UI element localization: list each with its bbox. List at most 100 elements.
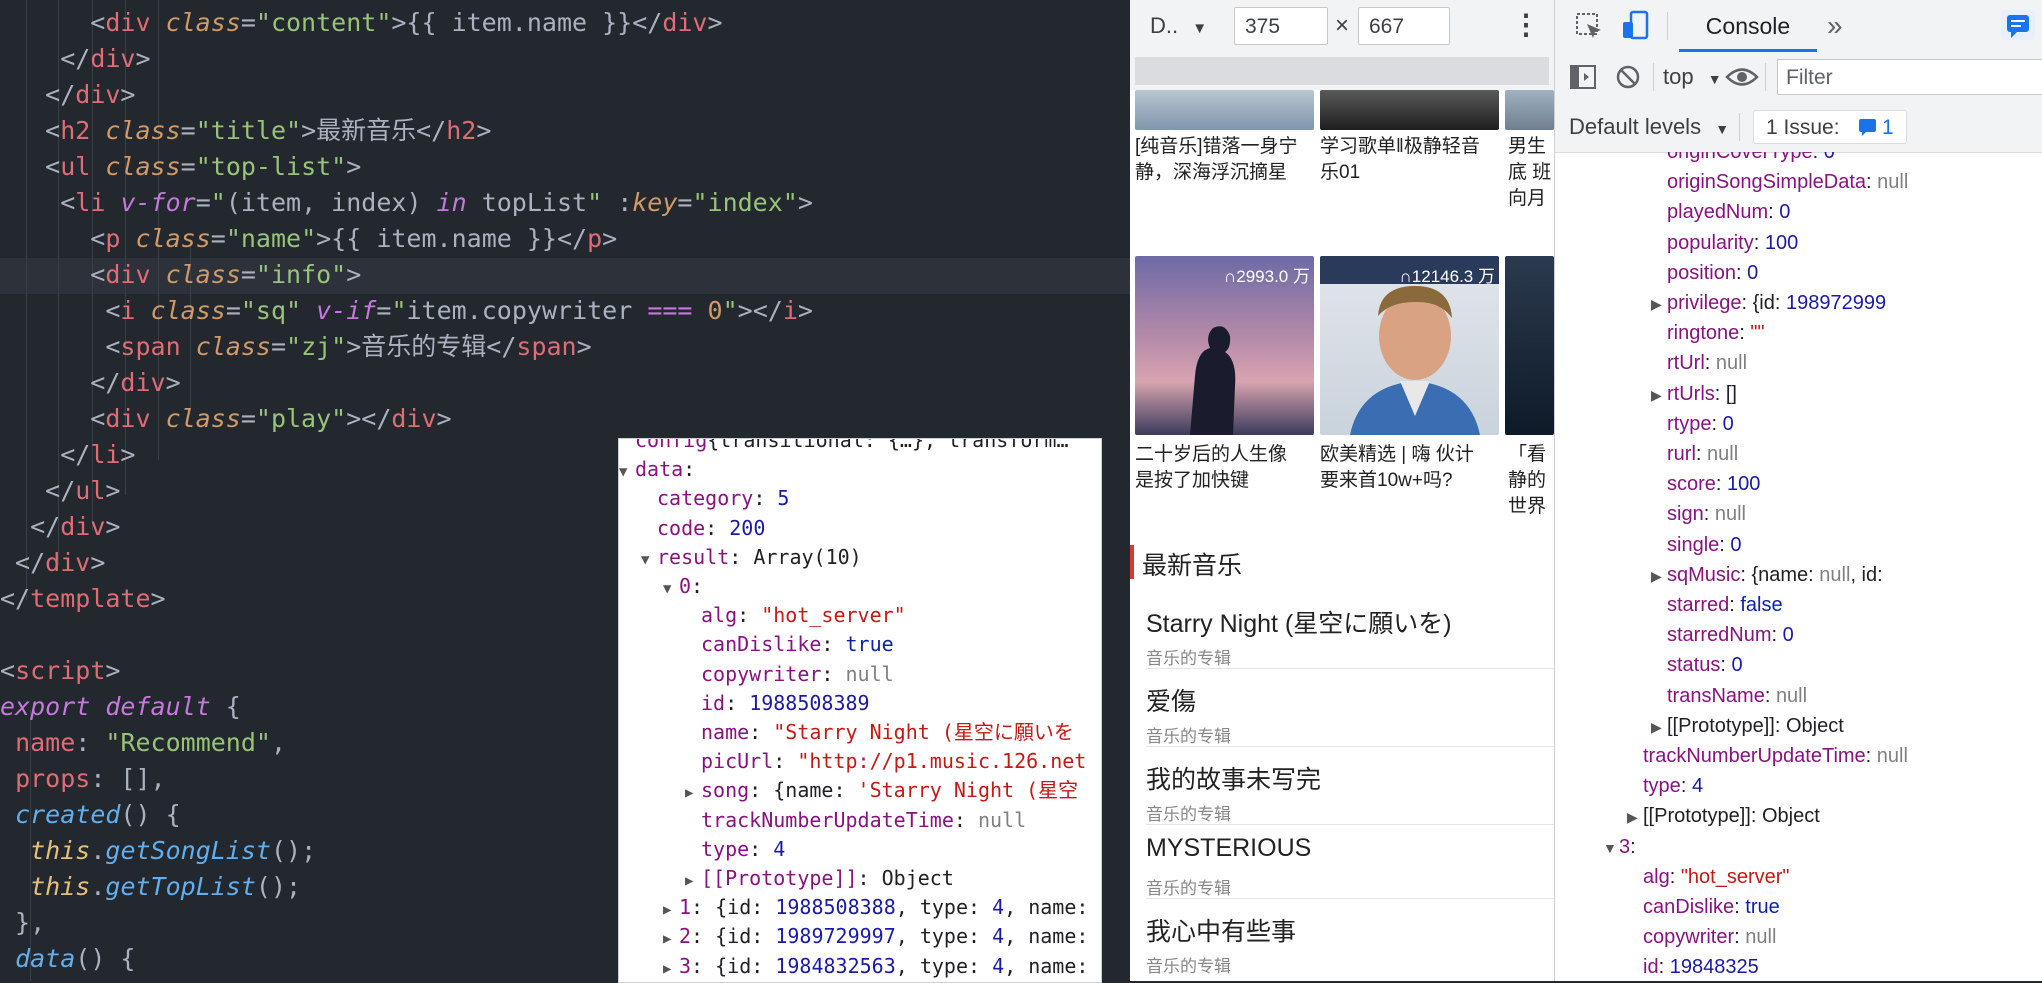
tree-row[interactable]: ▶ [[Prototype]]: Object xyxy=(685,863,954,893)
issues-button[interactable]: 1 Issue: 1 xyxy=(1753,110,1907,144)
filter-input[interactable]: Filter xyxy=(1777,59,2042,95)
playlist-title[interactable]: 学习歌单‖极静轻音 乐01 xyxy=(1320,134,1500,186)
code-token: v-if xyxy=(316,296,377,325)
tree-token: song xyxy=(701,778,750,803)
device-width-input[interactable]: 375 xyxy=(1234,7,1328,45)
object-inspector-popup[interactable]: config{transitional: {…}, transform… ▼ dat… xyxy=(618,438,1102,983)
context-select[interactable]: top ▼ xyxy=(1663,64,1722,90)
console-output[interactable]: originCoverType: 0 originSongSimpleData: … xyxy=(1555,152,2042,981)
device-select[interactable]: D.. ▼ xyxy=(1150,13,1207,39)
levels-value: Default levels xyxy=(1569,114,1702,139)
code-line: </template> xyxy=(0,581,166,617)
code-line: <div class="info"> xyxy=(0,257,361,293)
collapsed-triangle-icon[interactable]: ▶ xyxy=(663,954,679,982)
tree-row[interactable]: ▼ data: xyxy=(619,454,695,484)
tree-row[interactable]: ▶ rtUrls: [] xyxy=(1651,379,1737,409)
tree-row: status: 0 xyxy=(1651,650,1743,680)
tree-token: score xyxy=(1667,473,1716,496)
code-token: "content" xyxy=(255,8,392,37)
code-token: > xyxy=(346,152,362,181)
collapsed-triangle-icon[interactable]: ▶ xyxy=(1651,561,1667,591)
tree-token: : xyxy=(1695,443,1708,465)
console-levels-bar: Default levels ▼ 1 Issue: 1 xyxy=(1555,102,2042,153)
song-item[interactable]: 我的故事未写完 音乐的专辑 xyxy=(1146,756,1554,825)
tree-row[interactable]: ▼ 3: xyxy=(1603,832,1636,862)
song-item[interactable]: 我心中有些事 音乐的专辑 xyxy=(1146,908,1554,976)
code-line: </li> xyxy=(0,437,135,473)
code-line: <li v-for="(item, index) in topList" :ke… xyxy=(0,185,813,221)
collapsed-triangle-icon[interactable]: ▶ xyxy=(1651,380,1667,410)
tree-token: 0 xyxy=(679,574,692,598)
tree-token: starred xyxy=(1667,594,1730,616)
inspect-element-icon[interactable] xyxy=(1575,12,1603,40)
code-line: }, xyxy=(0,905,45,941)
tree-token: , type: xyxy=(895,953,993,978)
device-height-input[interactable]: 667 xyxy=(1358,7,1450,45)
tree-row[interactable]: ▶ [[Prototype]]: Object xyxy=(1651,711,1844,741)
code-token: "info" xyxy=(255,260,347,289)
playlist-cover[interactable] xyxy=(1320,90,1499,130)
sidebar-toggle-icon[interactable] xyxy=(1569,64,1597,90)
collapsed-triangle-icon[interactable]: ▶ xyxy=(1627,802,1643,832)
code-token: "index" xyxy=(692,188,798,217)
code-token: < xyxy=(0,332,121,361)
headphones-icon: ∩ xyxy=(1399,267,1412,286)
tree-row: sign: null xyxy=(1651,499,1746,529)
clear-console-icon[interactable] xyxy=(1615,64,1641,90)
tree-token: 1988508389 xyxy=(749,690,870,715)
tree-token: id xyxy=(1643,956,1659,979)
collapsed-triangle-icon[interactable]: ▶ xyxy=(1651,289,1667,319)
play-count: ∩12146.3 万 xyxy=(1400,262,1495,287)
tree-row[interactable]: ▶ 1: {id: 1988508388, type: 4, name: xyxy=(663,892,1088,922)
more-tabs-icon[interactable]: » xyxy=(1827,10,1843,42)
song-item[interactable]: Starry Night (星空に願いを) 音乐的专辑 xyxy=(1146,600,1554,669)
more-options-icon[interactable]: ⋮ xyxy=(1512,8,1540,41)
tree-token: 200 xyxy=(729,515,766,540)
playlist-title[interactable]: 男生 底 班 向月 xyxy=(1508,134,1554,212)
song-item[interactable]: 爱傷 音乐的专辑 xyxy=(1146,678,1554,747)
playlist-cover[interactable] xyxy=(1505,256,1554,435)
tree-token: : xyxy=(1739,322,1751,345)
code-token: , xyxy=(270,728,287,757)
expanded-triangle-icon[interactable]: ▼ xyxy=(1603,833,1619,863)
tree-row[interactable]: ▼ result: Array(10) xyxy=(641,542,862,572)
collapsed-triangle-icon[interactable]: ▶ xyxy=(1651,712,1667,742)
tree-row[interactable]: ▶ sqMusic: {name: null, id: xyxy=(1651,560,1883,590)
media-query-bar[interactable] xyxy=(1130,52,1554,90)
playlist-cover[interactable] xyxy=(1505,90,1554,130)
playlist-cover[interactable] xyxy=(1135,90,1314,130)
playlist-cover[interactable]: ∩12146.3 万 xyxy=(1320,256,1499,435)
code-token: > xyxy=(135,44,151,73)
code-token: </ xyxy=(0,476,76,505)
playlist-title[interactable]: 二十岁后的人生像 是按了加快键 xyxy=(1135,442,1315,494)
expanded-triangle-icon[interactable]: ▼ xyxy=(663,574,679,604)
tree-row[interactable]: ▶ [[Prototype]]: Object xyxy=(1627,801,1820,831)
code-token: div xyxy=(105,8,151,37)
tree-token: : xyxy=(821,661,846,686)
device-toggle-icon[interactable] xyxy=(1621,10,1651,42)
playlist-title[interactable]: [纯音乐]错落一身宁 静，深海浮沉摘星 xyxy=(1135,134,1315,186)
eye-icon[interactable] xyxy=(1725,66,1759,88)
tree-token: starredNum xyxy=(1667,624,1772,647)
tree-token: [[Prototype]]: Object xyxy=(1667,714,1844,737)
tree-row[interactable]: ▶ song: {name: 'Starry Night (星空 xyxy=(685,775,1078,805)
mobile-preview[interactable]: [纯音乐]错落一身宁 静，深海浮沉摘星 学习歌单‖极静轻音 乐01 男生 底 班… xyxy=(1130,90,1554,981)
playlist-title[interactable]: 欧美精选 | 嗨 伙计 要来首10w+吗? xyxy=(1320,442,1500,494)
tree-row[interactable]: ▶ 3: {id: 1984832563, type: 4, name: xyxy=(663,951,1088,981)
song-item[interactable]: MYSTERIOUS 音乐的专辑 xyxy=(1146,830,1554,899)
playlist-title[interactable]: 「看 静的 世界 xyxy=(1508,442,1554,520)
tree-row[interactable]: ▼ 0: xyxy=(663,571,703,601)
tree-token: : xyxy=(1630,835,1636,858)
expanded-triangle-icon[interactable]: ▼ xyxy=(641,545,657,575)
messages-button[interactable] xyxy=(2001,10,2035,40)
code-token: class xyxy=(165,260,241,289)
tab-console[interactable]: Console xyxy=(1679,0,1817,52)
code-token: . xyxy=(90,836,106,865)
playlist-cover[interactable]: ∩2993.0 万 xyxy=(1135,256,1314,435)
expanded-triangle-icon[interactable]: ▼ xyxy=(619,457,635,487)
levels-select[interactable]: Default levels ▼ xyxy=(1569,114,1729,140)
tree-row[interactable]: ▶ 2: {id: 1989729997, type: 4, name: xyxy=(663,921,1088,951)
tree-row[interactable]: ▶ privilege: {id: 198972999 xyxy=(1651,288,1886,318)
